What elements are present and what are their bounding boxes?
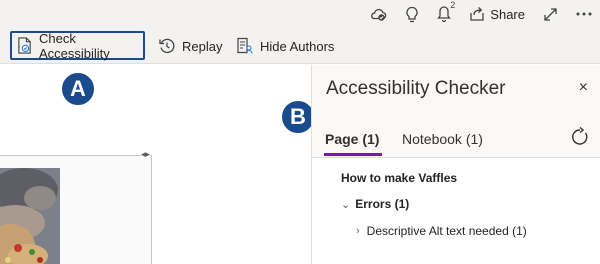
share-button[interactable]: Share xyxy=(469,6,525,22)
check-accessibility-label: Check Accessibility xyxy=(39,30,110,61)
hide-authors-button[interactable]: Hide Authors xyxy=(236,32,334,60)
lightbulb-icon[interactable] xyxy=(405,6,419,23)
tab-notebook[interactable]: Notebook (1) xyxy=(402,131,483,147)
top-icons: 2 Share xyxy=(369,0,592,25)
replay-button[interactable]: Replay xyxy=(158,32,222,60)
page-name: How to make Vaffles xyxy=(341,171,458,185)
refresh-button[interactable] xyxy=(570,126,590,152)
cloud-check-icon[interactable] xyxy=(369,6,387,22)
error-item-label: Descriptive Alt text needed (1) xyxy=(366,224,527,238)
notification-count: 2 xyxy=(450,0,456,10)
chevron-right-icon: › xyxy=(356,225,360,237)
errors-group[interactable]: ⌄ Errors (1) xyxy=(341,197,409,211)
bell-icon xyxy=(437,5,452,22)
callout-badge-a: A xyxy=(60,71,96,107)
errors-label: Errors (1) xyxy=(355,197,410,211)
accessibility-document-icon xyxy=(18,37,31,54)
hide-authors-label: Hide Authors xyxy=(260,38,335,54)
food-image[interactable] xyxy=(0,168,60,264)
check-accessibility-button[interactable]: Check Accessibility xyxy=(10,30,145,61)
expand-icon[interactable] xyxy=(543,7,558,22)
close-pane-button[interactable]: × xyxy=(579,79,588,97)
tab-page[interactable]: Page (1) xyxy=(325,131,379,147)
error-item[interactable]: › Descriptive Alt text needed (1) xyxy=(356,224,527,238)
selected-tab-indicator xyxy=(324,153,382,156)
refresh-icon xyxy=(572,126,588,145)
replay-icon xyxy=(159,38,175,54)
ribbon-toolbar: Check Accessibility Replay Hide Authors xyxy=(0,28,600,64)
page-container[interactable]: ◂▸ xyxy=(0,150,152,264)
share-label: Share xyxy=(490,6,525,22)
title-bar: 2 Share xyxy=(0,0,600,28)
share-icon xyxy=(470,7,484,21)
replay-label: Replay xyxy=(182,38,223,54)
resize-handle-icon[interactable]: ◂▸ xyxy=(140,150,150,159)
close-icon: × xyxy=(578,79,588,96)
hide-authors-icon xyxy=(237,37,253,54)
pane-title: Accessibility Checker xyxy=(326,78,506,99)
results-list: How to make Vaffles ⌄ Errors (1) › Descr… xyxy=(312,157,600,264)
more-icon[interactable] xyxy=(576,11,592,17)
chevron-down-icon: ⌄ xyxy=(341,198,351,211)
activity-button[interactable]: 2 xyxy=(437,0,455,23)
accessibility-checker-pane: Accessibility Checker × Page (1) Noteboo… xyxy=(311,65,600,264)
